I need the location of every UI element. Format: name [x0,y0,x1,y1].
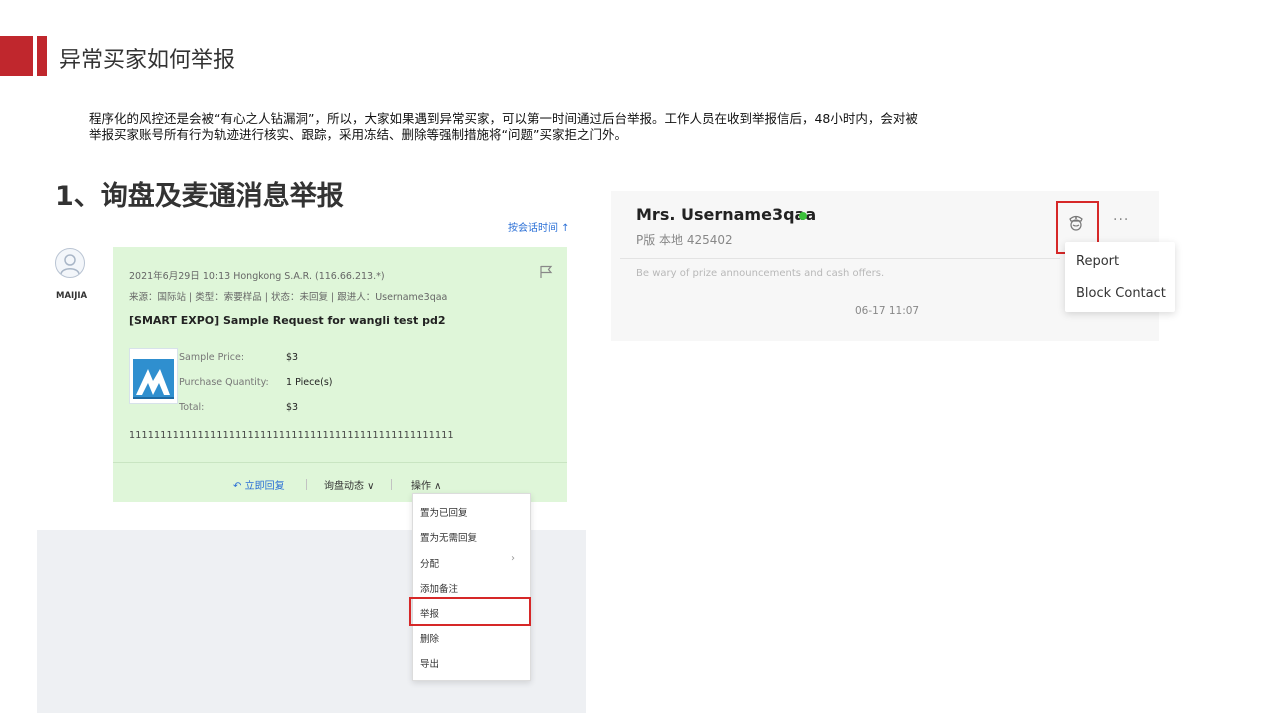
purchase-quantity-value: 1 Piece(s) [286,377,333,388]
inquiry-meta-line-1: 2021年6月29日 10:13 Hongkong S.A.R. (116.66… [129,271,385,282]
inquiry-card [113,247,567,502]
online-status-dot [799,212,807,220]
reply-now-button[interactable]: ↶ 立即回复 [233,477,285,492]
chevron-right-icon: › [511,553,515,564]
sort-by-session-time-link[interactable]: 按会话时间 ↑ [508,219,570,234]
inquiry-meta-line-2: 来源：国际站 | 类型：索要样品 | 状态：未回复 | 跟进人：Username… [129,292,448,303]
reply-now-label: 立即回复 [244,481,285,492]
expo-logo-icon [133,359,174,399]
menu-item-export[interactable]: 导出 [420,656,439,670]
purchase-quantity-label: Purchase Quantity: [179,377,269,388]
inquiry-message: 1111111111111111111111111111111111111111… [129,430,454,441]
total-label: Total: [179,402,205,413]
contact-name: Mrs. Username3qaa [636,205,817,224]
inquiry-subject[interactable]: [SMART EXPO] Sample Request for wangli t… [129,314,445,327]
chat-options-dropdown [1065,242,1175,312]
menu-item-add-note[interactable]: 添加备注 [420,581,458,595]
inquiry-dynamics-button[interactable]: 询盘动态 ∨ [324,477,375,492]
product-thumbnail[interactable] [129,348,178,404]
sample-price-label: Sample Price: [179,352,245,363]
card-divider [113,462,567,463]
header-accent-block [0,36,33,76]
action-separator [306,479,307,490]
section-title: 1、询盘及麦通消息举报 [55,181,344,212]
buyer-name: MAIJIA [56,291,88,301]
menu-item-mark-no-reply[interactable]: 置为无需回复 [420,530,477,544]
report-highlight-box [409,597,531,626]
flag-icon[interactable] [539,264,553,283]
menu-item-delete[interactable]: 删除 [420,631,439,645]
contact-subtitle: P版 本地 425402 [636,233,733,247]
header-accent-bar [37,36,47,76]
police-shield-icon[interactable] [1066,213,1086,237]
total-value: $3 [286,402,299,413]
safety-warning: Be wary of prize announcements and cash … [636,268,885,279]
sample-price-value: $3 [286,352,299,363]
report-option[interactable]: Report [1076,254,1119,269]
buyer-avatar [55,248,85,278]
action-separator [391,479,392,490]
intro-line-1: 程序化的风控还是会被“有心之人钻漏洞”，所以，大家如果遇到异常买家，可以第一时间… [89,111,918,126]
menu-item-assign[interactable]: 分配 [420,556,439,570]
message-timestamp: 06-17 11:07 [855,305,920,317]
menu-item-mark-replied[interactable]: 置为已回复 [420,505,468,519]
intro-line-2: 举报买家账号所有行为轨迹进行核实、跟踪，采用冻结、删除等强制措施将“问题”买家拒… [89,127,627,142]
intro-paragraph: 程序化的风控还是会被“有心之人钻漏洞”，所以，大家如果遇到异常买家，可以第一时间… [89,111,1169,143]
reply-icon: ↶ [233,481,242,492]
more-options-icon[interactable]: ··· [1113,212,1129,228]
chat-divider [620,258,1060,259]
block-contact-option[interactable]: Block Contact [1076,286,1166,301]
slide-title: 异常买家如何举报 [59,48,236,73]
operate-menu-button[interactable]: 操作 ∧ [411,477,442,492]
